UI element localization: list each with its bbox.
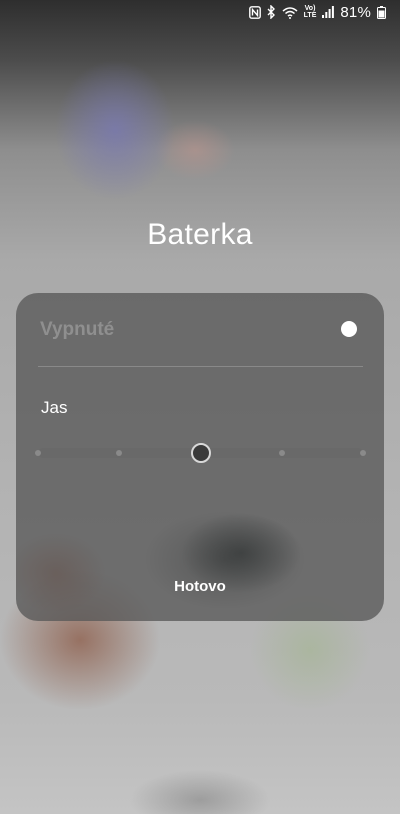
battery-icon — [377, 4, 386, 20]
slider-tick — [278, 450, 285, 456]
volte-bottom-text: LTE — [303, 12, 317, 19]
status-bar: Vo) LTE 81% — [0, 0, 400, 24]
flashlight-toggle[interactable] — [322, 315, 362, 345]
flashlight-panel: Vypnuté Jas Hotovo — [16, 293, 384, 621]
screen: Vo) LTE 81% Baterka Vypnuté Jas Hotovo — [0, 0, 400, 814]
page-title: Baterka — [147, 218, 253, 251]
bluetooth-icon — [267, 4, 276, 20]
battery-percent: 81% — [340, 3, 371, 21]
slider-thumb[interactable] — [190, 443, 211, 463]
signal-icon — [322, 4, 335, 20]
toggle-label: Vypnuté — [40, 319, 115, 340]
brightness-label: Jas — [41, 398, 68, 417]
flashlight-toggle-row[interactable]: Vypnuté — [40, 315, 362, 345]
wifi-icon — [282, 4, 298, 20]
nfc-icon — [248, 4, 261, 20]
volte-top-text: Vo) — [304, 5, 316, 12]
divider — [38, 366, 363, 367]
toggle-knob — [341, 321, 357, 337]
slider-tick — [360, 450, 366, 456]
slider-tick — [35, 450, 41, 456]
brightness-slider[interactable] — [35, 439, 366, 467]
done-button[interactable]: Hotovo — [16, 578, 384, 595]
volte-icon: Vo) LTE — [304, 4, 317, 20]
